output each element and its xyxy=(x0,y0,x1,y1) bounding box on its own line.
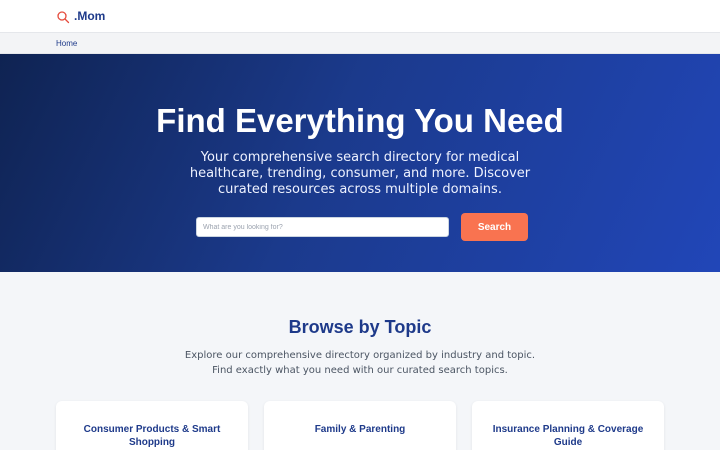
hero-section: Find Everything You Need Your comprehens… xyxy=(0,54,720,272)
section-title: Browse by Topic xyxy=(288,317,432,337)
topic-card-consumer-products[interactable]: Consumer Products & Smart Shopping xyxy=(56,401,248,450)
section-description: Explore our comprehensive directory orga… xyxy=(184,350,536,376)
search-form: Search xyxy=(196,213,528,241)
topic-card-title: Insurance Planning & Coverage Guide xyxy=(492,424,644,448)
hero-subtitle: Your comprehensive search directory for … xyxy=(189,150,531,197)
topic-card-family-parenting[interactable]: Family & Parenting xyxy=(264,401,456,450)
topic-card-title: Consumer Products & Smart Shopping xyxy=(83,424,221,448)
topic-cards: Consumer Products & Smart Shopping Famil… xyxy=(56,401,664,450)
hero-content: Find Everything You Need Your comprehens… xyxy=(0,0,720,272)
search-input[interactable] xyxy=(196,217,449,237)
topic-card-insurance-planning[interactable]: Insurance Planning & Coverage Guide xyxy=(472,401,664,450)
search-button[interactable]: Search xyxy=(461,213,528,241)
browse-by-topic-section: Browse by Topic Explore our comprehensiv… xyxy=(0,272,720,450)
topic-card-title: Family & Parenting xyxy=(314,424,406,435)
hero-title: Find Everything You Need xyxy=(156,102,564,139)
